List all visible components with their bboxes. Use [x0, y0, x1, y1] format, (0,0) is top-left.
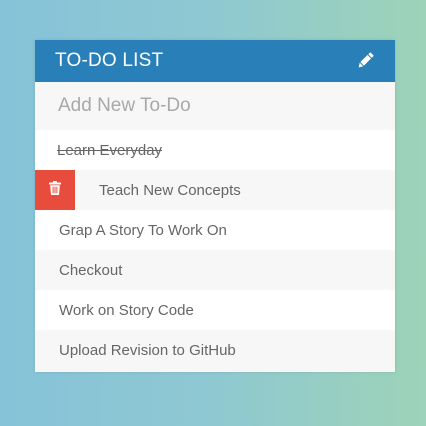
- todo-item[interactable]: Learn Everyday: [35, 130, 395, 170]
- delete-button[interactable]: [35, 170, 75, 210]
- pencil-icon[interactable]: [355, 51, 375, 71]
- todo-item[interactable]: Upload Revision to GitHub: [35, 330, 395, 370]
- todo-title: TO-DO LIST: [55, 50, 164, 71]
- todo-item[interactable]: Teach New Concepts: [35, 170, 395, 210]
- todo-item[interactable]: Grap A Story To Work On: [35, 210, 395, 250]
- todo-item-label: Upload Revision to GitHub: [59, 341, 236, 359]
- todo-header: TO-DO LIST: [35, 40, 395, 82]
- todo-list: Learn Everyday Teach New Concepts Grap A…: [35, 130, 395, 370]
- todo-item-label: Learn Everyday: [57, 141, 163, 159]
- todo-item-label: Teach New Concepts: [99, 181, 241, 199]
- todo-item-label: Work on Story Code: [59, 301, 194, 319]
- todo-item-label: Grap A Story To Work On: [59, 221, 227, 239]
- todo-item[interactable]: Checkout: [35, 250, 395, 290]
- todo-item-label: Checkout: [59, 261, 123, 279]
- todo-card: TO-DO LIST Learn Everyday: [35, 40, 395, 372]
- todo-item[interactable]: Work on Story Code: [35, 290, 395, 330]
- trash-icon: [49, 181, 61, 199]
- add-todo-input[interactable]: [35, 82, 395, 130]
